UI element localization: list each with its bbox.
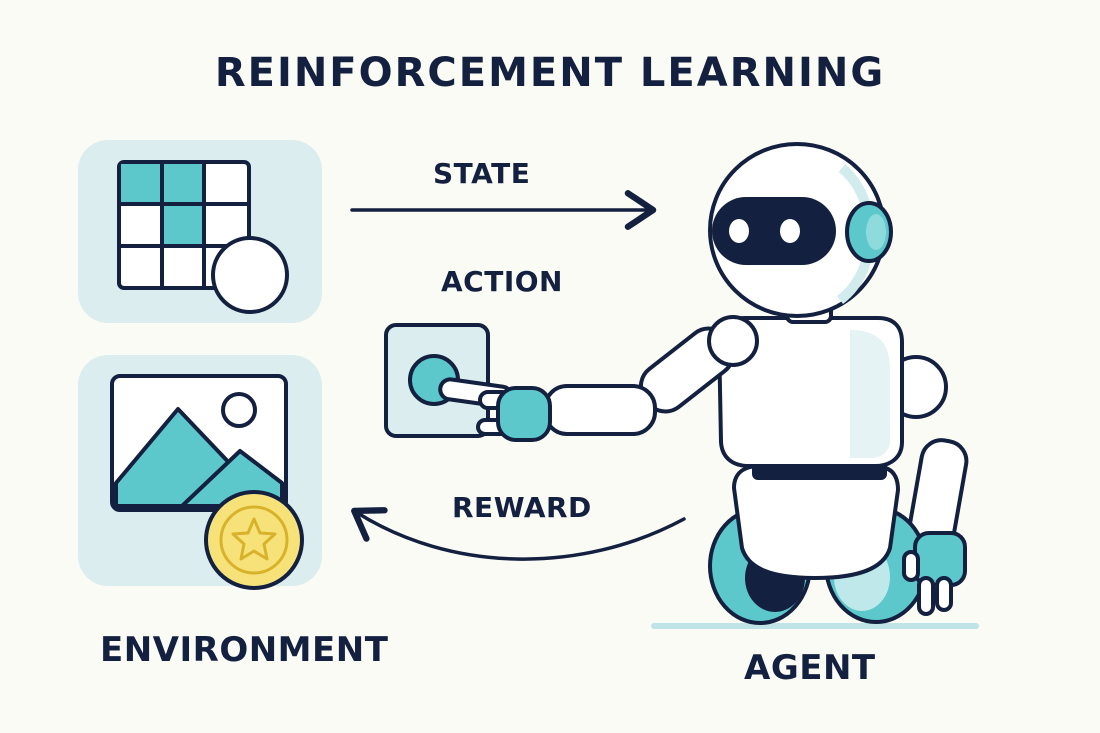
star-coin-icon	[204, 490, 304, 590]
environment-label: ENVIRONMENT	[100, 630, 389, 670]
state-label: STATE	[433, 157, 531, 190]
environment-grid-panel	[78, 140, 322, 323]
reward-label: REWARD	[452, 491, 592, 524]
agent-label: AGENT	[744, 648, 876, 688]
environment-image-panel	[78, 355, 322, 590]
diagram-title: REINFORCEMENT LEARNING	[214, 50, 886, 96]
image-landscape-icon	[110, 374, 288, 512]
robot-icon	[438, 142, 979, 629]
circle-icon	[211, 236, 289, 314]
reinforcement-learning-diagram	[78, 140, 979, 629]
action-label: ACTION	[441, 265, 563, 298]
